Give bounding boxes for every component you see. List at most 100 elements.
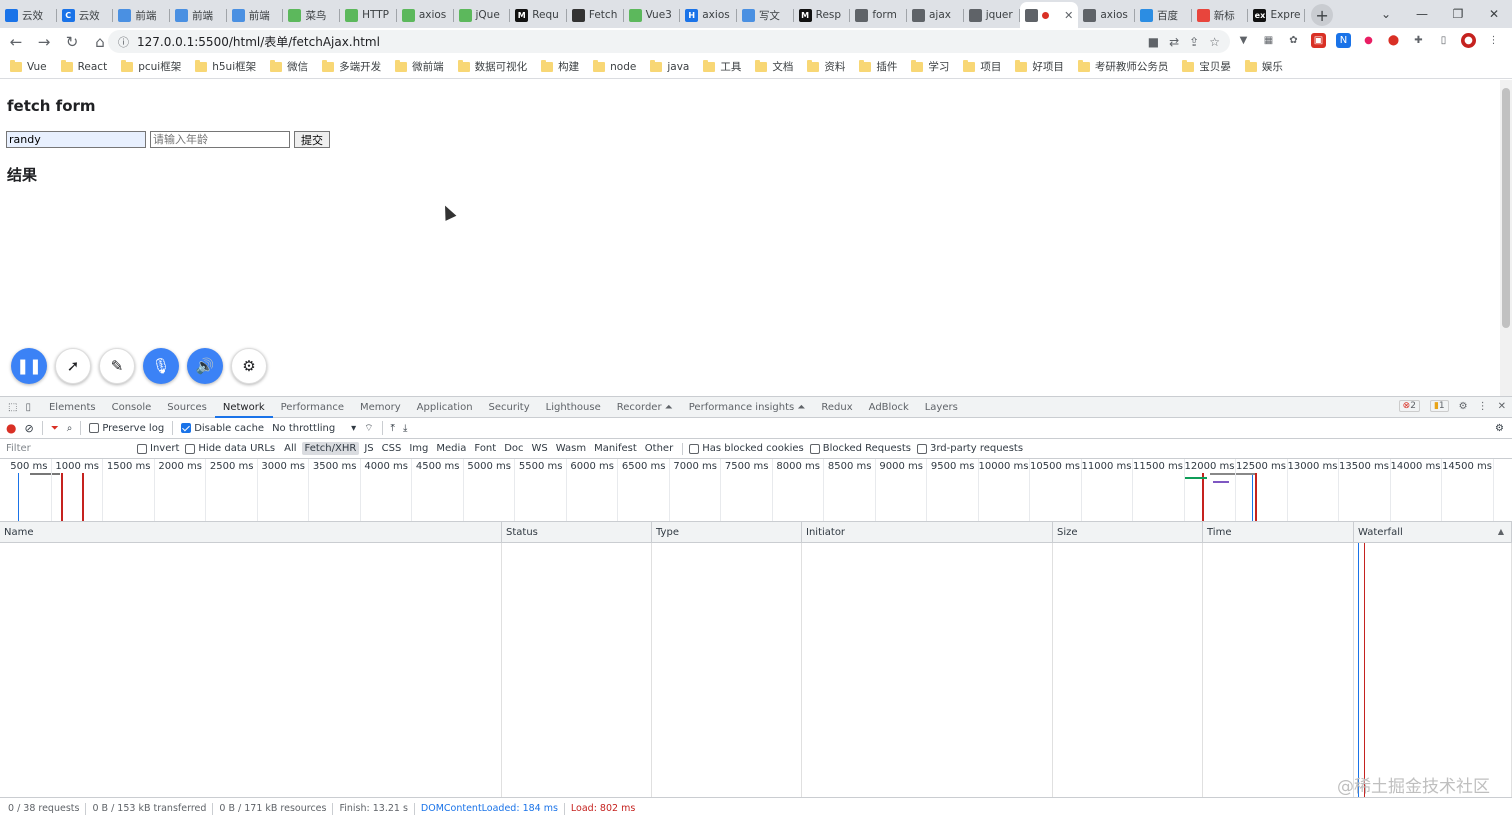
extension-grid-icon[interactable]: ▦ xyxy=(1261,33,1276,48)
browser-tab[interactable]: axios xyxy=(397,2,454,28)
throttling-select[interactable]: No throttling ▾ xyxy=(272,423,356,434)
devtools-tab[interactable]: Sources xyxy=(159,397,215,418)
bookmark-folder[interactable]: 资料 xyxy=(807,59,845,74)
filter-type-button[interactable]: JS xyxy=(361,442,376,455)
browser-tab[interactable]: Fetch xyxy=(567,2,624,28)
submit-button[interactable]: 提交 xyxy=(294,131,330,148)
bookmark-folder[interactable]: 构建 xyxy=(541,59,579,74)
column-header[interactable]: Type xyxy=(652,522,802,543)
devtools-tab[interactable]: Security xyxy=(481,397,538,418)
third-party-checkbox[interactable]: 3rd-party requests xyxy=(916,443,1023,454)
bookmark-folder[interactable]: 项目 xyxy=(963,59,1001,74)
filter-input[interactable]: Filter xyxy=(6,443,131,454)
browser-tab[interactable]: ex Expre xyxy=(1248,2,1305,28)
bookmark-folder[interactable]: Vue xyxy=(10,59,47,73)
filter-type-button[interactable]: Img xyxy=(406,442,431,455)
name-input[interactable] xyxy=(6,131,146,148)
devtools-tab[interactable]: Performance xyxy=(273,397,352,418)
filter-type-button[interactable]: WS xyxy=(529,442,551,455)
disable-cache-checkbox[interactable]: Disable cache xyxy=(181,423,264,434)
search-icon[interactable]: ⌕ xyxy=(67,423,73,434)
devtools-tab[interactable]: Memory xyxy=(352,397,409,418)
browser-tab[interactable]: 百度 xyxy=(1135,2,1192,28)
tab-close-icon[interactable]: ✕ xyxy=(1064,9,1073,22)
browser-tab[interactable]: 前端 xyxy=(227,2,284,28)
devtools-tab[interactable]: Redux xyxy=(813,397,860,418)
inspect-element-icon[interactable]: ⬚ xyxy=(8,402,17,413)
column-header[interactable]: Size xyxy=(1053,522,1203,543)
warning-badge[interactable]: ▮1 xyxy=(1429,400,1449,412)
bookmark-folder[interactable]: 好项目 xyxy=(1015,59,1064,74)
column-header[interactable]: Status xyxy=(502,522,652,543)
age-input[interactable] xyxy=(150,131,290,148)
bookmark-folder[interactable]: 文档 xyxy=(755,59,793,74)
extension-adblock-icon[interactable]: ⬤ xyxy=(1386,33,1401,48)
bookmark-folder[interactable]: 微信 xyxy=(270,59,308,74)
column-header[interactable]: Waterfall xyxy=(1354,522,1512,543)
bookmark-folder[interactable]: h5ui框架 xyxy=(195,59,256,74)
translate-icon[interactable]: ⇄ xyxy=(1169,35,1179,49)
back-button[interactable]: ← xyxy=(4,30,28,54)
forward-button[interactable]: → xyxy=(32,30,56,54)
bookmark-folder[interactable]: 工具 xyxy=(703,59,741,74)
browser-tab[interactable]: ✕ xyxy=(1020,2,1079,28)
profile-avatar[interactable]: ● xyxy=(1461,33,1476,48)
bookmark-folder[interactable]: 数据可视化 xyxy=(457,59,527,74)
filter-type-button[interactable]: Font xyxy=(471,442,499,455)
bookmark-folder[interactable]: 微前端 xyxy=(395,59,444,74)
browser-tab[interactable]: Vue3 xyxy=(624,2,681,28)
pen-tool-button[interactable]: ✎ xyxy=(99,348,135,384)
network-conditions-icon[interactable]: ⌔ xyxy=(364,422,373,435)
browser-tab[interactable]: M Resp xyxy=(794,2,851,28)
info-icon[interactable]: ⓘ xyxy=(118,34,129,50)
devtools-tab[interactable]: Console xyxy=(104,397,160,418)
blocked-cookies-checkbox[interactable]: Has blocked cookies xyxy=(689,443,804,454)
bookmark-folder[interactable]: node xyxy=(593,59,636,73)
extension-record-icon[interactable]: ● xyxy=(1361,33,1376,48)
bookmark-folder[interactable]: 多端开发 xyxy=(322,59,381,74)
export-har-icon[interactable]: ⤓ xyxy=(403,423,407,434)
bookmark-folder[interactable]: java xyxy=(650,59,689,73)
devtools-more-icon[interactable]: ⋮ xyxy=(1478,401,1488,412)
extension-leaf-icon[interactable]: ✿ xyxy=(1286,33,1301,48)
devtools-tab[interactable]: Elements xyxy=(41,397,104,418)
column-header[interactable]: Time xyxy=(1203,522,1354,543)
filter-type-button[interactable]: Wasm xyxy=(553,442,589,455)
sort-ascending-icon[interactable]: ▲ xyxy=(1498,527,1504,536)
browser-tab[interactable]: jQue xyxy=(454,2,511,28)
import-har-icon[interactable]: ⤒ xyxy=(391,423,395,434)
pause-button[interactable]: ❚❚ xyxy=(11,348,47,384)
restore-button[interactable]: ❐ xyxy=(1440,7,1476,21)
filter-type-button[interactable]: CSS xyxy=(379,442,405,455)
browser-tab[interactable]: 前端 xyxy=(113,2,170,28)
extension-vue-icon[interactable]: ▼ xyxy=(1236,33,1251,48)
filter-type-button[interactable]: Media xyxy=(433,442,469,455)
browser-tab[interactable]: axios xyxy=(1078,2,1135,28)
browser-tab[interactable]: 菜鸟 xyxy=(283,2,340,28)
browser-tab[interactable]: 云效 xyxy=(0,2,57,28)
browser-tab[interactable]: Haxios xyxy=(680,2,737,28)
filter-icon[interactable]: ⏷ xyxy=(51,423,59,434)
devtools-settings-icon[interactable]: ⚙ xyxy=(1459,401,1468,412)
record-icon[interactable]: ● xyxy=(6,421,16,435)
browser-tab[interactable]: M Requ xyxy=(510,2,567,28)
filter-type-button[interactable]: Other xyxy=(642,442,676,455)
bookmark-folder[interactable]: React xyxy=(60,59,107,73)
devtools-close-icon[interactable]: ✕ xyxy=(1498,401,1506,412)
bookmark-folder[interactable]: 宝贝晏 xyxy=(1182,59,1231,74)
bookmark-folder[interactable]: pcui框架 xyxy=(121,59,181,74)
preserve-log-checkbox[interactable]: Preserve log xyxy=(89,423,164,434)
column-header[interactable]: Name xyxy=(0,522,502,543)
settings-button[interactable]: ⚙ xyxy=(231,348,267,384)
device-toolbar-icon[interactable]: ▯ xyxy=(25,402,31,413)
browser-tab[interactable]: 写文 xyxy=(737,2,794,28)
network-settings-icon[interactable]: ⚙ xyxy=(1495,423,1504,434)
browser-tab[interactable]: C 云效 xyxy=(57,2,114,28)
filter-type-button[interactable]: All xyxy=(281,442,299,455)
microphone-button[interactable]: 🎙 xyxy=(143,348,179,384)
new-tab-button[interactable]: + xyxy=(1311,4,1334,26)
extensions-puzzle-icon[interactable]: ✚ xyxy=(1411,33,1426,48)
devtools-tab[interactable]: AdBlock xyxy=(861,397,917,418)
bookmark-folder[interactable]: 插件 xyxy=(859,59,897,74)
blocked-requests-checkbox[interactable]: Blocked Requests xyxy=(809,443,911,454)
